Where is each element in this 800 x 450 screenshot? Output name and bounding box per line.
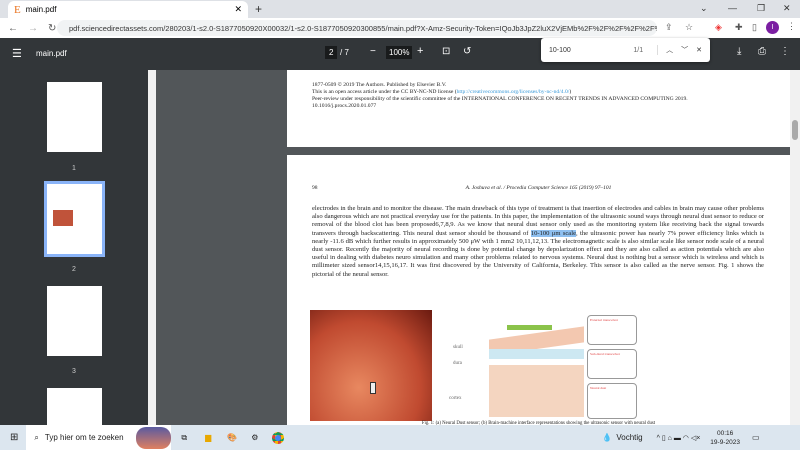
callout-external-transceiver: External transceiver [587, 315, 637, 345]
search-highlight: 10-100 μm scale [530, 229, 576, 237]
zoom-out-button[interactable]: − [370, 46, 376, 57]
body-paragraph: electrodes in the brain and to monitor t… [312, 205, 764, 279]
profile-avatar[interactable]: I [766, 21, 779, 34]
url-text: pdf.sciencedirectassets.com/280203/1-s2.… [69, 23, 657, 33]
label-skull: skull [453, 345, 463, 350]
task-view-icon[interactable]: ⧉ [181, 433, 187, 443]
running-head: A. Joshuva et al. / Procedia Computer Sc… [465, 185, 612, 191]
license-text: This is an open access article under the… [312, 89, 457, 95]
weather-text[interactable]: Vochtig [616, 433, 642, 442]
bookmark-star-icon[interactable]: ☆ [685, 22, 693, 33]
url-input[interactable]: pdf.sciencedirectassets.com/280203/1-s2.… [57, 20, 657, 36]
rotate-icon[interactable]: ↺ [463, 46, 471, 57]
thumbnail-page-3[interactable] [47, 286, 102, 356]
elsevier-favicon-icon: E [14, 3, 21, 16]
reload-icon[interactable]: ↻ [48, 23, 56, 34]
notifications-icon[interactable]: ▭ [752, 433, 760, 442]
find-match-count: 1/1 [633, 46, 644, 54]
minimize-button[interactable]: — [728, 3, 737, 13]
thumbnail-page-4[interactable] [47, 388, 102, 425]
neural-dust-photo [310, 310, 432, 421]
brain-interface-diagram: skull dura cortex External transceiver S… [447, 313, 637, 421]
new-tab-button[interactable]: + [255, 2, 262, 16]
thumbnail-page-2[interactable] [44, 181, 105, 257]
print-icon[interactable]: ⎙ [758, 46, 766, 57]
find-input[interactable]: 10-100 [549, 47, 603, 54]
license-link[interactable]: http://creativecommons.org/licenses/by-n… [457, 89, 570, 95]
weather-drop-icon: 💧 [602, 433, 613, 442]
callout-subdural-transceiver: Sub-dural transceiver [587, 349, 637, 379]
copyright-line: 1877-0509 © 2019 The Authors. Published … [312, 82, 447, 88]
document-title: main.pdf [36, 49, 67, 58]
peer-review-line: Peer-review under responsibility of the … [312, 96, 688, 102]
sidebar-toggle-icon[interactable]: ☰ [12, 47, 22, 60]
pdf-page-2: 98 A. Joshuva et al. / Procedia Computer… [287, 155, 790, 426]
page-number-input[interactable]: 2 [325, 46, 338, 59]
find-close-icon[interactable]: ✕ [696, 46, 702, 54]
zoom-level-input[interactable]: 100% [386, 46, 413, 59]
label-cortex: cortex [449, 396, 462, 401]
system-tray-icons[interactable]: ^ ▯ ⌂ ▬ ◠ ◁× [657, 434, 701, 442]
windows-taskbar: ⊞ ⌕ Typ hier om te zoeken ⧉ ▆ 🎨 ⚙ 💧 Voch… [0, 425, 800, 450]
sensor-chip [370, 382, 376, 394]
callout-neural-dust: Neural dust [587, 383, 637, 419]
close-tab-icon[interactable]: ✕ [234, 4, 242, 15]
find-previous-icon[interactable]: ︿ [657, 45, 673, 55]
fit-page-icon[interactable]: ⊡ [442, 46, 450, 57]
find-bar: 10-100 1/1 ︿ ﹀ ✕ [541, 38, 710, 62]
taskbar-search-box[interactable]: ⌕ Typ hier om te zoeken [26, 425, 172, 450]
windows-start-icon[interactable]: ⊞ [10, 432, 18, 443]
clock-time: 00:16 [716, 429, 734, 437]
doi-line: 10.1016/j.procs.2020.01.077 [312, 103, 377, 109]
sidebar-scrollbar[interactable] [148, 70, 156, 425]
clock[interactable]: 00:16 19-9-2023 [710, 429, 740, 447]
side-panel-icon[interactable]: ▯ [752, 22, 757, 33]
thumbnail-sidebar: 1 2 3 [0, 70, 148, 425]
chrome-icon[interactable] [272, 431, 285, 444]
file-explorer-icon[interactable]: ▆ [205, 433, 211, 442]
maximize-button[interactable]: ❐ [757, 3, 765, 14]
menu-kebab-icon[interactable]: ⋮ [787, 21, 796, 32]
main-scrollbar[interactable] [790, 70, 800, 425]
scrollbar-thumb[interactable] [792, 120, 798, 140]
thumbnail-label: 1 [72, 165, 76, 172]
search-placeholder: Typ hier om te zoeken [44, 433, 124, 442]
thumbnail-label: 3 [72, 368, 76, 375]
download-icon[interactable]: ⤓ [737, 46, 741, 57]
forward-icon[interactable]: → [28, 23, 38, 34]
page-total: / 7 [340, 48, 349, 57]
search-highlight-image [136, 426, 172, 449]
tab-title: main.pdf [25, 5, 57, 14]
search-icon: ⌕ [34, 432, 39, 442]
find-next-icon[interactable]: ﹀ [681, 45, 688, 55]
browser-tab[interactable]: E main.pdf ✕ [8, 1, 248, 18]
license-line: This is an open access article under the… [312, 89, 765, 96]
clock-date: 19-9-2023 [710, 438, 740, 446]
zoom-in-button[interactable]: + [417, 45, 423, 57]
close-window-button[interactable]: ✕ [783, 3, 791, 14]
thumbnail-page-1[interactable] [47, 82, 102, 152]
pdf-page-1: 1877-0509 © 2019 The Authors. Published … [287, 70, 790, 147]
extension-icon[interactable]: ◈ [715, 22, 722, 33]
tab-search-icon[interactable]: ⌄ [700, 3, 708, 14]
settings-gear-icon[interactable]: ⚙ [251, 433, 258, 442]
license-suffix: ) [569, 89, 572, 95]
thumbnail-label: 2 [72, 266, 76, 273]
share-icon[interactable]: ⇪ [665, 22, 673, 33]
more-actions-icon[interactable]: ⋮ [780, 46, 790, 57]
paint-icon[interactable]: 🎨 [227, 433, 237, 442]
label-dura: dura [453, 361, 462, 366]
back-icon[interactable]: ← [8, 23, 18, 34]
extensions-puzzle-icon[interactable]: ✚ [735, 22, 743, 33]
